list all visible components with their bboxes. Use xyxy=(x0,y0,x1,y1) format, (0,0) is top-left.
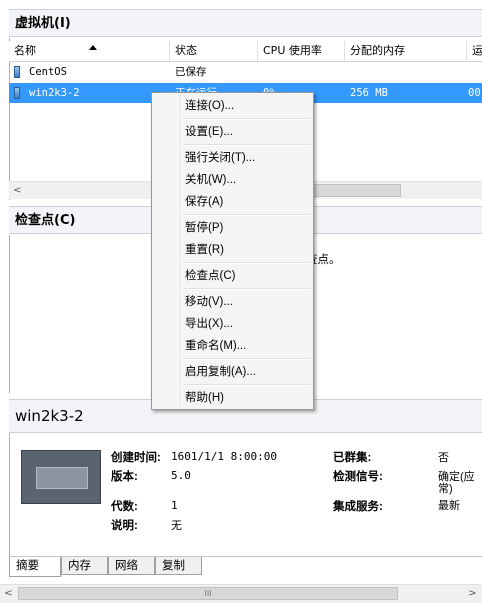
vm-uptime: 00 xyxy=(468,87,481,99)
integration-services-label: 集成服务: xyxy=(333,501,383,513)
sort-ascending-icon xyxy=(89,45,97,50)
column-memory[interactable]: 分配的内存 xyxy=(345,41,467,61)
menu-item-connect[interactable]: 连接(O)... xyxy=(185,96,234,116)
menu-item-save[interactable]: 保存(A) xyxy=(185,192,223,212)
tab-network[interactable]: 网络 xyxy=(108,557,155,575)
checkpoint-section-title: 检查点(C) xyxy=(15,213,76,228)
menu-separator xyxy=(182,358,311,360)
details-tab-bar: 摘要 内存 网络 复制 xyxy=(9,556,482,577)
scroll-left-arrow-icon[interactable]: < xyxy=(9,182,26,199)
version-value: 5.0 xyxy=(171,469,191,482)
menu-item-rename[interactable]: 重命名(M)... xyxy=(185,336,246,356)
vm-context-menu: 连接(O)... 设置(E)... 强行关闭(T)... 关机(W)... 保存… xyxy=(151,92,314,410)
menu-item-shut-down[interactable]: 关机(W)... xyxy=(185,170,236,190)
tab-summary[interactable]: 摘要 xyxy=(9,557,61,577)
tab-memory[interactable]: 内存 xyxy=(61,557,108,575)
scrollbar-thumb[interactable] xyxy=(309,184,401,197)
scroll-right-arrow-icon[interactable]: > xyxy=(464,585,481,602)
menu-item-turn-off[interactable]: 强行关闭(T)... xyxy=(185,148,255,168)
vm-thumbnail[interactable] xyxy=(21,450,101,504)
vm-screen-preview xyxy=(36,467,88,489)
scrollbar-grip: III xyxy=(204,589,212,598)
menu-item-pause[interactable]: 暂停(P) xyxy=(185,218,223,238)
virtual-machine-icon xyxy=(14,87,20,99)
created-time-label: 创建时间: xyxy=(111,452,161,464)
scroll-left-arrow-icon[interactable]: < xyxy=(0,585,17,602)
column-status[interactable]: 状态 xyxy=(170,41,258,61)
generation-label: 代数: xyxy=(111,501,138,513)
menu-separator xyxy=(182,144,311,146)
vm-row-centos[interactable]: CentOS 已保存 xyxy=(9,62,482,82)
vm-memory: 256 MB xyxy=(350,87,388,99)
vm-list-column-header: 名称 状态 CPU 使用率 分配的内存 运 xyxy=(9,41,482,62)
menu-item-help[interactable]: 帮助(H) xyxy=(185,388,224,408)
heartbeat-label: 检测信号: xyxy=(333,471,383,483)
details-title: win2k3-2 xyxy=(15,407,84,425)
menu-item-checkpoint[interactable]: 检查点(C) xyxy=(185,266,235,286)
column-uptime[interactable]: 运 xyxy=(467,41,482,61)
version-label: 版本: xyxy=(111,471,138,483)
scrollbar-thumb[interactable]: III xyxy=(18,587,398,600)
menu-item-settings[interactable]: 设置(E)... xyxy=(185,122,233,142)
menu-item-enable-replication[interactable]: 启用复制(A)... xyxy=(185,362,256,382)
tab-replication[interactable]: 复制 xyxy=(155,557,202,575)
column-name[interactable]: 名称 xyxy=(9,41,170,61)
integration-services-value: 最新 xyxy=(438,500,460,512)
clustered-label: 已群集: xyxy=(333,452,372,464)
vm-name: win2k3-2 xyxy=(29,87,80,99)
created-time-value: 1601/1/1 8:00:00 xyxy=(171,450,277,463)
vm-name: CentOS xyxy=(29,66,67,78)
vm-section-title: 虚拟机(I) xyxy=(15,16,71,31)
heartbeat-value-continued: 常) xyxy=(438,483,453,495)
virtual-machine-icon xyxy=(14,66,20,78)
notes-label: 说明: xyxy=(111,520,138,532)
main-horizontal-scrollbar[interactable]: < III > xyxy=(0,584,482,603)
menu-separator xyxy=(182,214,311,216)
menu-separator xyxy=(182,288,311,290)
menu-item-reset[interactable]: 重置(R) xyxy=(185,240,224,260)
menu-item-move[interactable]: 移动(V)... xyxy=(185,292,233,312)
generation-value: 1 xyxy=(171,499,178,512)
menu-separator xyxy=(182,384,311,386)
menu-separator xyxy=(182,262,311,264)
menu-item-export[interactable]: 导出(X)... xyxy=(185,314,233,334)
menu-separator xyxy=(182,118,311,120)
clustered-value: 否 xyxy=(438,452,449,464)
column-cpu[interactable]: CPU 使用率 xyxy=(258,41,345,61)
vm-status: 已保存 xyxy=(175,66,207,78)
notes-value: 无 xyxy=(171,520,182,532)
vm-section-header: 虚拟机(I) xyxy=(9,9,482,37)
